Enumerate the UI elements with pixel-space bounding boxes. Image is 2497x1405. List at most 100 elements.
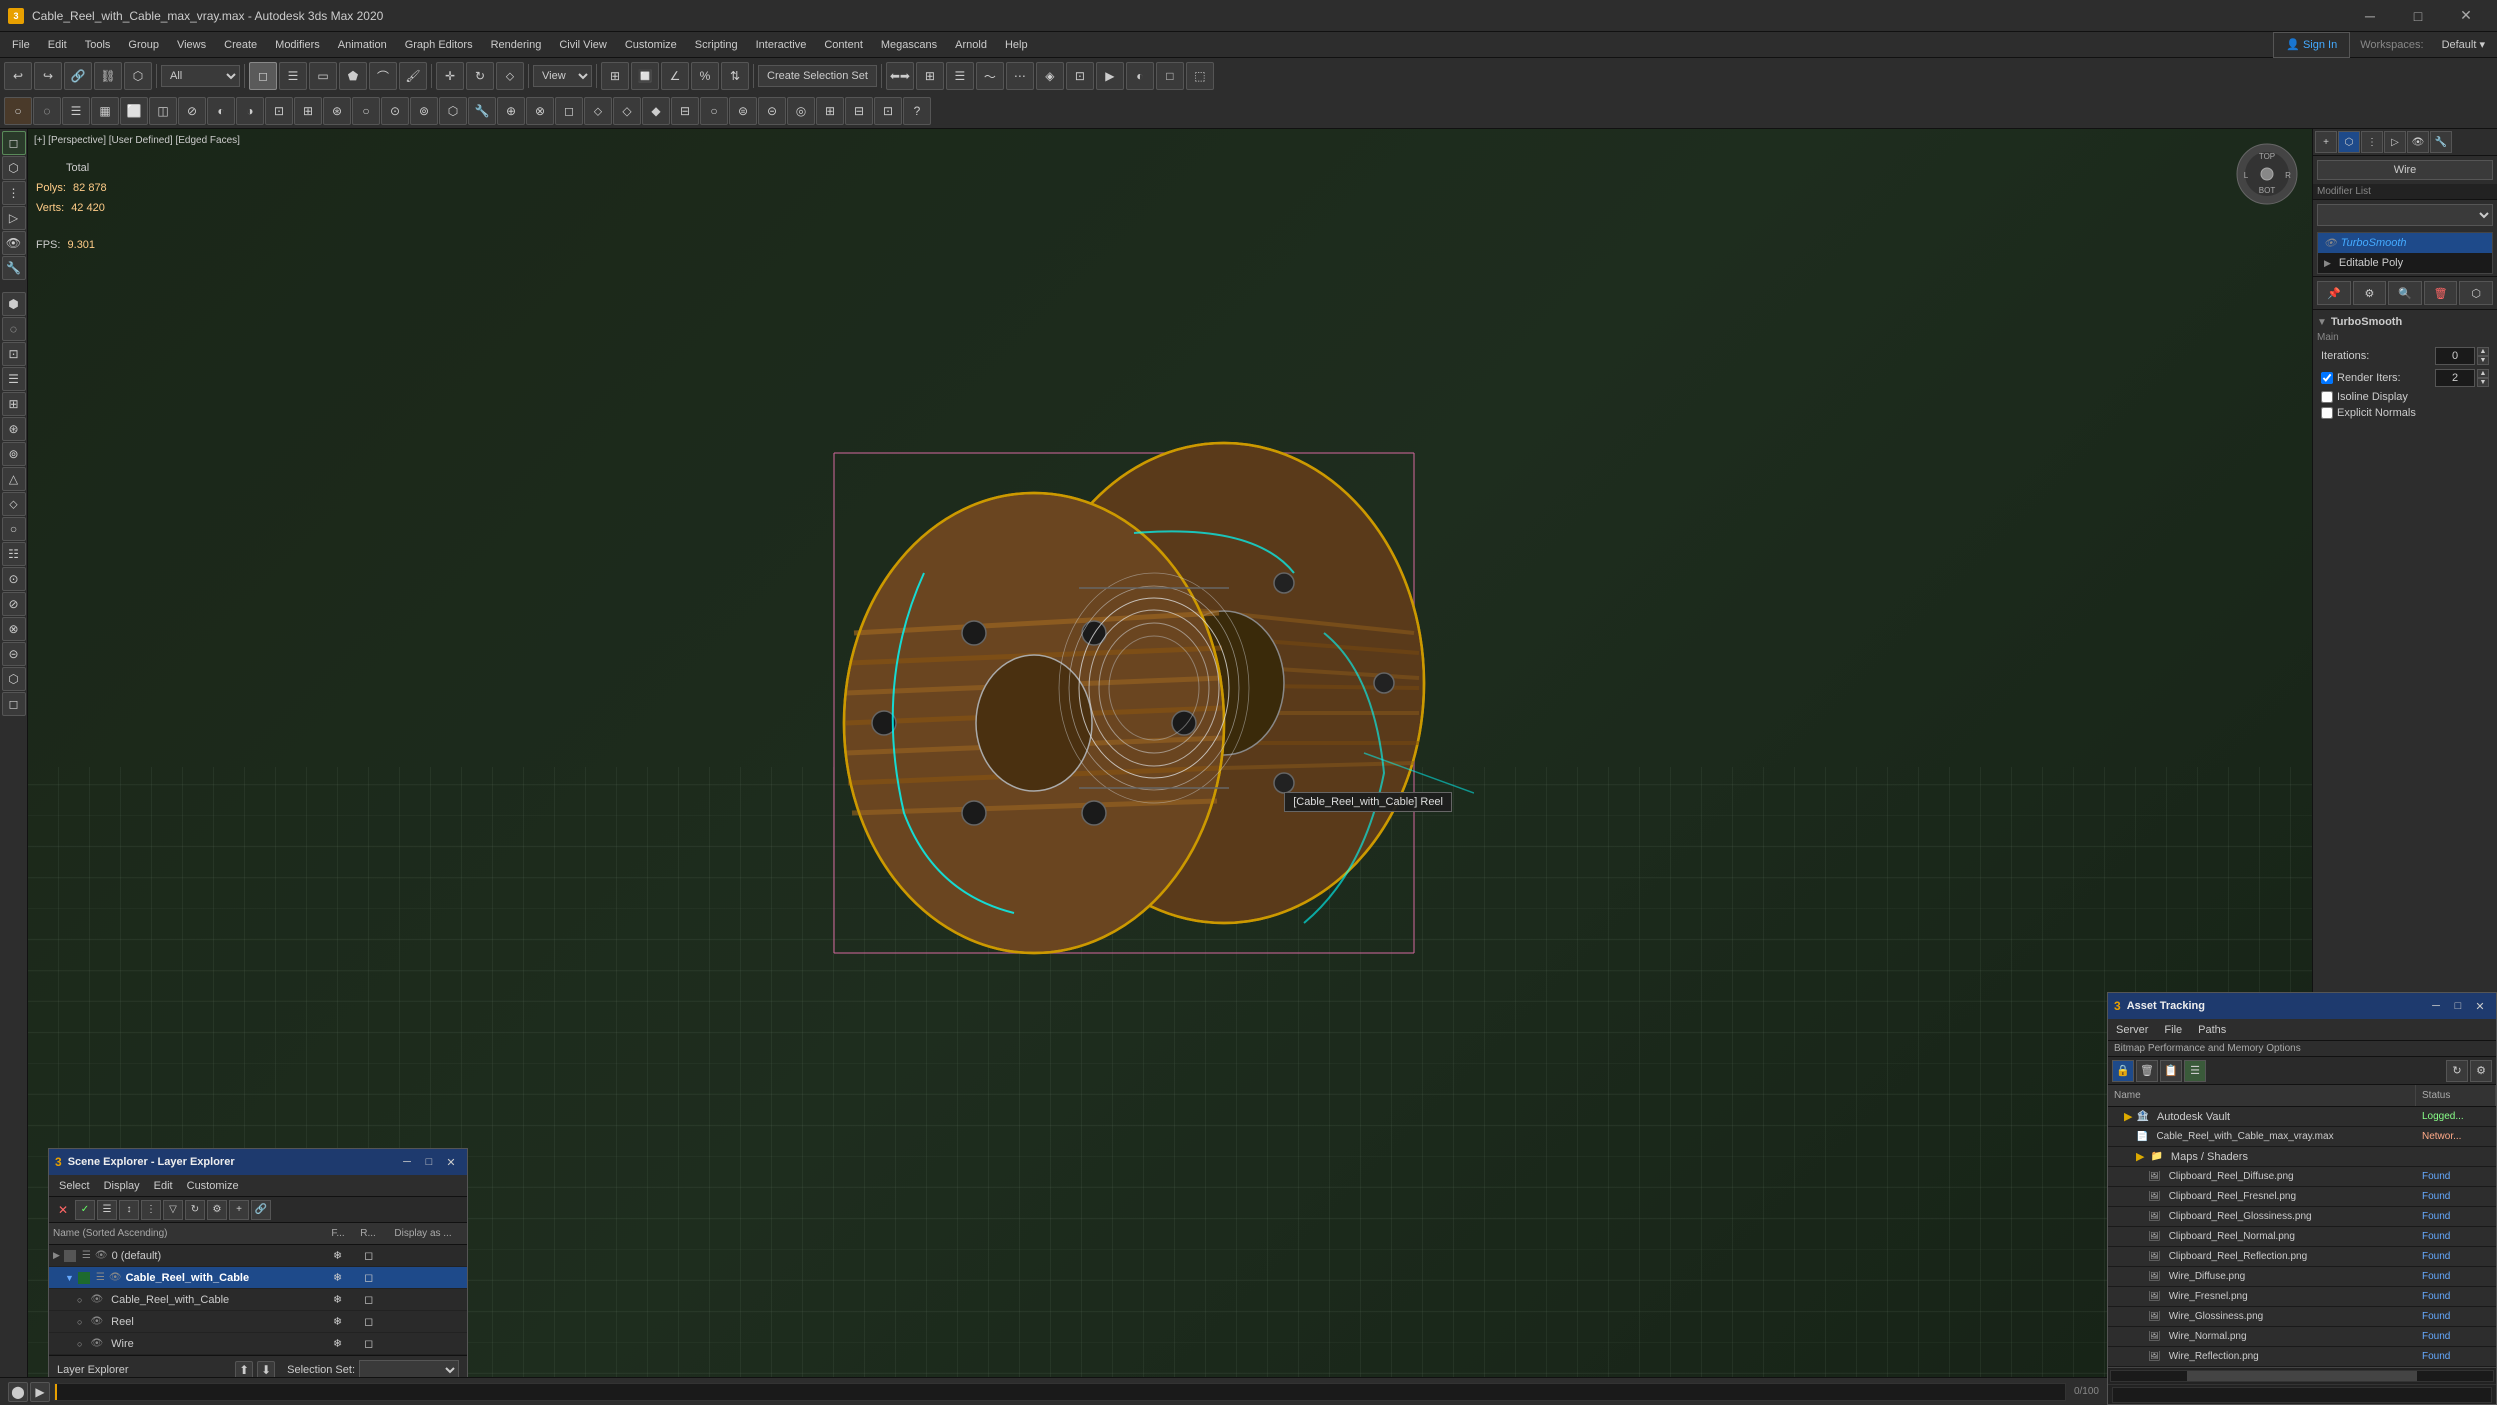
angle-snap-button[interactable]: ∠ — [661, 62, 689, 90]
at-menu-paths[interactable]: Paths — [2194, 1022, 2230, 1038]
secondary-btn-29[interactable]: ⊞ — [816, 97, 844, 125]
left-tool-12[interactable]: ⊙ — [2, 567, 26, 591]
left-tool-13[interactable]: ⊘ — [2, 592, 26, 616]
create-selection-set-button[interactable]: Create Selection Set — [758, 65, 877, 87]
select-scale-button[interactable]: ⬦ — [496, 62, 524, 90]
se-tool-sort[interactable]: ↕ — [119, 1200, 139, 1220]
left-tool-4[interactable]: ☰ — [2, 367, 26, 391]
left-tool-16[interactable]: ⬡ — [2, 667, 26, 691]
align-button[interactable]: ⊞ — [916, 62, 944, 90]
at-row-tex-0[interactable]: 🖼 Clipboard_Reel_Diffuse.png Found — [2108, 1167, 2496, 1187]
rect-select-button[interactable]: ▭ — [309, 62, 337, 90]
render-iters-spin-down[interactable]: ▼ — [2477, 378, 2489, 387]
stack-show-button[interactable]: 🔍 — [2388, 281, 2422, 305]
secondary-btn-17[interactable]: 🔧 — [468, 97, 496, 125]
secondary-btn-23[interactable]: ◆ — [642, 97, 670, 125]
left-tool-2[interactable]: ◌ — [2, 317, 26, 341]
scene-row-default-layer[interactable]: ▶ ☰ 👁 0 (default) ❄ ◻ — [49, 1245, 467, 1267]
menu-animation[interactable]: Animation — [330, 32, 395, 58]
secondary-btn-27[interactable]: ⊝ — [758, 97, 786, 125]
at-tool-refresh[interactable]: ↻ — [2446, 1060, 2468, 1082]
scene-row-reel[interactable]: ○ 👁 Reel ❄ ◻ — [49, 1311, 467, 1333]
menu-modifiers[interactable]: Modifiers — [267, 32, 328, 58]
menu-interactive[interactable]: Interactive — [748, 32, 815, 58]
timeline[interactable] — [54, 1383, 2066, 1401]
secondary-btn-30[interactable]: ⊟ — [845, 97, 873, 125]
at-row-tex-1[interactable]: 🖼 Clipboard_Reel_Fresnel.png Found — [2108, 1187, 2496, 1207]
rph-hierarchy[interactable]: ⋮ — [2361, 131, 2383, 153]
left-freeform-button[interactable]: ⬡ — [2, 156, 26, 180]
left-select-button[interactable]: ◻ — [2, 131, 26, 155]
at-row-tex-2[interactable]: 🖼 Clipboard_Reel_Glossiness.png Found — [2108, 1207, 2496, 1227]
secondary-btn-21[interactable]: ⬦ — [584, 97, 612, 125]
render-iters-spin-up[interactable]: ▲ — [2477, 369, 2489, 378]
batch-render-button[interactable]: ⬚ — [1186, 62, 1214, 90]
at-horizontal-scrollbar[interactable] — [2110, 1370, 2494, 1382]
explicit-normals-checkbox[interactable] — [2321, 407, 2333, 419]
se-menu-edit[interactable]: Edit — [148, 1178, 179, 1194]
secondary-btn-16[interactable]: ⬡ — [439, 97, 467, 125]
secondary-btn-14[interactable]: ⊙ — [381, 97, 409, 125]
close-button[interactable]: ✕ — [2443, 0, 2489, 32]
secondary-btn-31[interactable]: ⊡ — [874, 97, 902, 125]
at-row-vault[interactable]: ▶ 🏦 Autodesk Vault Logged... — [2108, 1107, 2496, 1127]
left-motion-button[interactable]: ▷ — [2, 206, 26, 230]
modifier-editable-poly[interactable]: ▶ Editable Poly — [2318, 253, 2492, 273]
left-hierarchy-button[interactable]: ⋮ — [2, 181, 26, 205]
se-footer-btn-1[interactable]: ⬆ — [235, 1361, 253, 1379]
se-footer-btn-2[interactable]: ⬇ — [257, 1361, 275, 1379]
secondary-btn-18[interactable]: ⊕ — [497, 97, 525, 125]
se-tool-add[interactable]: + — [229, 1200, 249, 1220]
select-link-button[interactable]: 🔗 — [64, 62, 92, 90]
secondary-btn-8[interactable]: ◐ — [207, 97, 235, 125]
menu-rendering[interactable]: Rendering — [483, 32, 550, 58]
secondary-btn-1[interactable]: ○ — [4, 97, 32, 125]
secondary-btn-9[interactable]: ◑ — [236, 97, 264, 125]
timeline-key-button[interactable]: ⬤ — [8, 1382, 28, 1402]
at-row-tex-3[interactable]: 🖼 Clipboard_Reel_Normal.png Found — [2108, 1227, 2496, 1247]
left-tool-17[interactable]: ◻ — [2, 692, 26, 716]
signin-button[interactable]: 👤 Sign In — [2273, 32, 2350, 58]
at-row-maxfile[interactable]: 📄 Cable_Reel_with_Cable_max_vray.max Net… — [2108, 1127, 2496, 1147]
left-tool-10[interactable]: ○ — [2, 517, 26, 541]
menu-arnold[interactable]: Arnold — [947, 32, 995, 58]
secondary-btn-2[interactable]: ◌ — [33, 97, 61, 125]
curve-editor-button[interactable]: 〜 — [976, 62, 1004, 90]
reference-coord-dropdown[interactable]: View World Local — [533, 65, 592, 87]
secondary-btn-3[interactable]: ☰ — [62, 97, 90, 125]
scene-explorer-restore[interactable]: □ — [419, 1152, 439, 1172]
left-tool-15[interactable]: ⊝ — [2, 642, 26, 666]
left-tool-6[interactable]: ⊛ — [2, 417, 26, 441]
at-tool-settings[interactable]: ⚙ — [2470, 1060, 2492, 1082]
iterations-spin-down[interactable]: ▼ — [2477, 356, 2489, 365]
workspace-value[interactable]: Default ▾ — [2434, 32, 2493, 58]
at-minimize[interactable]: ─ — [2426, 996, 2446, 1016]
secondary-btn-24[interactable]: ⊟ — [671, 97, 699, 125]
secondary-btn-25[interactable]: ○ — [700, 97, 728, 125]
rph-motion[interactable]: ▷ — [2384, 131, 2406, 153]
rph-modify[interactable]: ⬡ — [2338, 131, 2360, 153]
left-tool-3[interactable]: ⊡ — [2, 342, 26, 366]
snap-toggle-button[interactable]: 🔲 — [631, 62, 659, 90]
select-rotate-button[interactable]: ↻ — [466, 62, 494, 90]
se-tool-links[interactable]: 🔗 — [251, 1200, 271, 1220]
minimize-button[interactable]: ─ — [2347, 0, 2393, 32]
left-tool-1[interactable]: ⬢ — [2, 292, 26, 316]
rph-create[interactable]: + — [2315, 131, 2337, 153]
selection-filter-dropdown[interactable]: All Geometry Shapes — [161, 65, 240, 87]
secondary-btn-13[interactable]: ○ — [352, 97, 380, 125]
render-to-texture-button[interactable]: □ — [1156, 62, 1184, 90]
se-menu-display[interactable]: Display — [98, 1178, 146, 1194]
at-row-maps[interactable]: ▶ 📁 Maps / Shaders — [2108, 1147, 2496, 1167]
secondary-btn-20[interactable]: ◻ — [555, 97, 583, 125]
isoline-checkbox[interactable] — [2321, 391, 2333, 403]
stack-delete-button[interactable]: 🗑 — [2424, 281, 2458, 305]
iterations-spin-up[interactable]: ▲ — [2477, 347, 2489, 356]
select-move-button[interactable]: ✛ — [436, 62, 464, 90]
modifier-list-dropdown[interactable] — [2317, 204, 2493, 226]
menu-civil-view[interactable]: Civil View — [551, 32, 614, 58]
se-tool-layers[interactable]: ☰ — [97, 1200, 117, 1220]
se-tool-check[interactable]: ✓ — [75, 1200, 95, 1220]
scene-explorer-minimize[interactable]: ─ — [397, 1152, 417, 1172]
scene-row-cable-reel-layer[interactable]: ▼ ☰ 👁 Cable_Reel_with_Cable ❄ ◻ — [49, 1267, 467, 1289]
